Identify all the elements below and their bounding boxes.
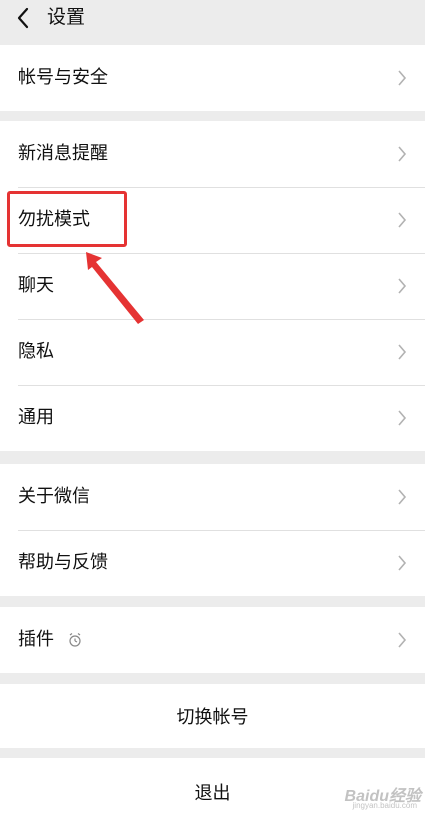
settings-item-account-security[interactable]: 帐号与安全 — [0, 45, 425, 111]
switch-account-button[interactable]: 切换帐号 — [0, 684, 425, 748]
settings-item-general[interactable]: 通用 — [0, 385, 425, 451]
settings-item-label: 新消息提醒 — [18, 143, 108, 164]
chevron-left-icon — [17, 7, 29, 29]
switch-account-label: 切换帐号 — [176, 707, 249, 728]
settings-item-privacy[interactable]: 隐私 — [0, 319, 425, 385]
chevron-right-icon — [397, 410, 407, 426]
page-title: 设置 — [47, 6, 86, 28]
logout-label: 退出 — [194, 783, 231, 804]
settings-item-label: 聊天 — [18, 275, 54, 296]
settings-item-label: 帮助与反馈 — [18, 552, 108, 573]
chevron-right-icon — [397, 146, 407, 162]
chevron-right-icon — [397, 632, 407, 648]
settings-item-label: 隐私 — [18, 341, 54, 362]
settings-item-notifications[interactable]: 新消息提醒 — [0, 121, 425, 187]
settings-item-label: 通用 — [18, 407, 54, 428]
settings-item-help-feedback[interactable]: 帮助与反馈 — [0, 530, 425, 596]
settings-item-chat[interactable]: 聊天 — [0, 253, 425, 319]
settings-group-general: 新消息提醒 勿扰模式 聊天 隐私 通用 — [0, 121, 425, 451]
chevron-right-icon — [397, 278, 407, 294]
chevron-right-icon — [397, 212, 407, 228]
settings-item-label: 勿扰模式 — [18, 209, 90, 230]
settings-group-account: 帐号与安全 — [0, 45, 425, 111]
settings-item-about-wechat[interactable]: 关于微信 — [0, 464, 425, 530]
settings-group-plugins: 插件 — [0, 607, 425, 673]
back-button[interactable] — [8, 0, 38, 36]
chevron-right-icon — [397, 70, 407, 86]
chevron-right-icon — [397, 344, 407, 360]
settings-item-do-not-disturb[interactable]: 勿扰模式 — [0, 187, 425, 253]
plugin-icon — [68, 632, 82, 648]
chevron-right-icon — [397, 555, 407, 571]
settings-item-label: 关于微信 — [18, 486, 90, 507]
settings-item-label: 帐号与安全 — [18, 67, 108, 88]
chevron-right-icon — [397, 489, 407, 505]
settings-item-plugins[interactable]: 插件 — [0, 607, 425, 673]
header-bar: 设置 — [0, 0, 425, 45]
logout-button[interactable]: 退出 — [0, 758, 425, 820]
settings-group-about: 关于微信 帮助与反馈 — [0, 464, 425, 596]
settings-item-label: 插件 — [18, 629, 54, 650]
